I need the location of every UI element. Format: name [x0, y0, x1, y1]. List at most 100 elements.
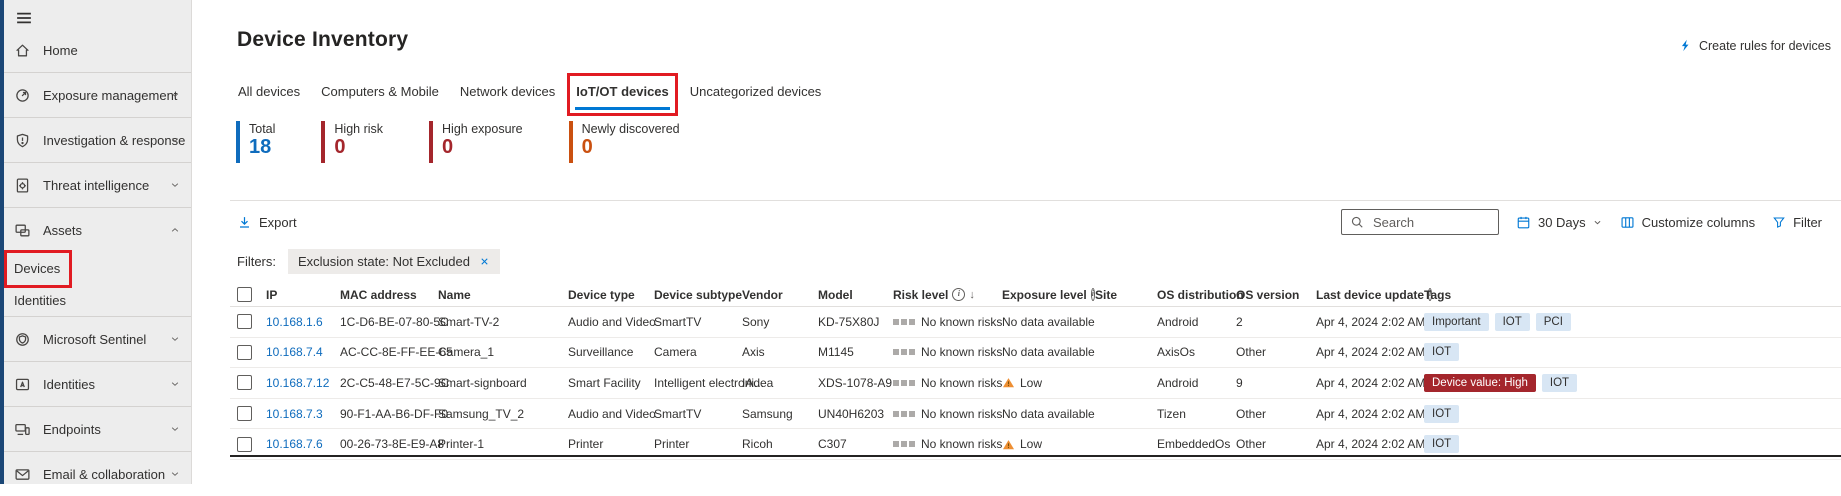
column-header-model[interactable]: Model: [818, 288, 893, 302]
column-header-name[interactable]: Name: [438, 288, 568, 302]
stat-label: High risk: [334, 122, 383, 136]
sidebar-item-exposure-management[interactable]: Exposure management: [4, 72, 191, 117]
cell-os-version: Other: [1236, 437, 1266, 451]
column-header-exposure-level[interactable]: Exposure leveli: [1002, 288, 1095, 302]
search-input[interactable]: [1371, 214, 1490, 231]
stat-value: 0: [582, 136, 680, 158]
assets-icon: [14, 222, 31, 239]
row-checkbox[interactable]: [237, 375, 252, 390]
page-title: Device Inventory: [237, 28, 408, 52]
exposure-level-value: Low: [1002, 376, 1095, 390]
cell-device-type: Printer: [568, 437, 603, 451]
sidebar-item-assets[interactable]: Assets: [4, 207, 191, 252]
search-box[interactable]: [1341, 209, 1499, 235]
sidebar-item-investigation-response[interactable]: Investigation & response: [4, 117, 191, 162]
risk-severity-icon: [893, 349, 915, 355]
download-icon: [237, 215, 252, 230]
tab-all-devices[interactable]: All devices: [237, 82, 301, 101]
stat-newly-discovered: Newly discovered0: [569, 121, 680, 163]
column-header-vendor[interactable]: Vendor: [742, 288, 818, 302]
sidebar-subitem-identities[interactable]: Identities: [4, 284, 191, 316]
select-all-checkbox[interactable]: [237, 287, 252, 302]
column-header-device-type[interactable]: Device type: [568, 288, 654, 302]
cell-mac-address: 1C-D6-BE-07-80-5C: [340, 315, 449, 329]
risk-severity-icon: [893, 411, 915, 417]
warning-icon: [1002, 438, 1015, 451]
chevron-up-icon: [169, 224, 181, 236]
tab-uncategorized-devices[interactable]: Uncategorized devices: [689, 82, 823, 101]
exposure-level-value: Low: [1002, 437, 1095, 451]
column-header-mac-address[interactable]: MAC address: [340, 288, 438, 302]
device-ip-link[interactable]: 10.168.7.6: [266, 437, 323, 451]
column-header-ip[interactable]: IP: [266, 288, 340, 302]
cell-model: UN40H6203: [818, 407, 884, 421]
row-checkbox[interactable]: [237, 314, 252, 329]
column-header-tags[interactable]: Tags: [1424, 288, 1841, 302]
filter-icon: [1772, 215, 1786, 229]
column-header-device-subtype[interactable]: Device subtype: [654, 288, 742, 302]
column-header-os-version[interactable]: OS version: [1236, 288, 1316, 302]
chevron-down-icon: [1592, 217, 1603, 228]
risk-level-value: No known risks: [893, 315, 1002, 329]
tag-chip: Device value: High: [1424, 374, 1536, 392]
table-row[interactable]: 10.168.7.390-F1-AA-B6-DF-F0Samsung_TV_2A…: [230, 399, 1841, 430]
export-button[interactable]: Export: [237, 215, 297, 230]
table-row[interactable]: 10.168.1.61C-D6-BE-07-80-5CSmart-TV-2Aud…: [230, 307, 1841, 338]
tag-chip: IOT: [1542, 374, 1577, 392]
customize-columns-button[interactable]: Customize columns: [1620, 215, 1755, 230]
row-checkbox[interactable]: [237, 406, 252, 421]
device-ip-link[interactable]: 10.168.7.3: [266, 407, 323, 421]
create-rules-button[interactable]: Create rules for devices: [1678, 38, 1831, 53]
device-ip-link[interactable]: 10.168.7.12: [266, 376, 329, 390]
info-icon[interactable]: i: [952, 288, 965, 301]
table-row[interactable]: 10.168.7.122C-C5-48-E7-5C-9CSmart-signbo…: [230, 368, 1841, 399]
close-icon[interactable]: [479, 256, 490, 267]
hamburger-icon[interactable]: [14, 8, 34, 28]
sidebar-item-label: Exposure management: [43, 88, 177, 103]
cell-device-subtype: SmartTV: [654, 407, 701, 421]
chevron-down-icon: [169, 89, 181, 101]
sidebar-item-label: Threat intelligence: [43, 178, 149, 193]
device-ip-link[interactable]: 10.168.1.6: [266, 315, 323, 329]
date-range-dropdown[interactable]: 30 Days: [1516, 215, 1603, 230]
row-checkbox[interactable]: [237, 345, 252, 360]
column-header-risk-level[interactable]: Risk leveli↓: [893, 288, 1002, 302]
column-header-last-device-update[interactable]: Last device updatei: [1316, 288, 1424, 302]
sidebar-subitem-devices[interactable]: Devices: [4, 252, 191, 284]
tab-computers-mobile[interactable]: Computers & Mobile: [320, 82, 440, 101]
sidebar-item-home[interactable]: Home: [4, 28, 191, 72]
sidebar: Home Exposure management Investigation & r…: [0, 0, 192, 484]
column-header-site[interactable]: Site: [1095, 288, 1157, 302]
sidebar-item-email-collaboration[interactable]: Email & collaboration: [4, 451, 191, 496]
tag-chip: Important: [1424, 313, 1489, 331]
tag-chip: IOT: [1424, 435, 1459, 453]
sidebar-item-threat-intelligence[interactable]: Threat intelligence: [4, 162, 191, 207]
chevron-down-icon: [169, 378, 181, 390]
stat-high-exposure: High exposure0: [429, 121, 523, 163]
date-range-label: 30 Days: [1538, 215, 1586, 230]
sidebar-item-microsoft-sentinel[interactable]: Microsoft Sentinel: [4, 316, 191, 361]
cell-device-subtype: Camera: [654, 345, 697, 359]
device-ip-link[interactable]: 10.168.7.4: [266, 345, 323, 359]
cell-mac-address: 90-F1-AA-B6-DF-F0: [340, 407, 448, 421]
cell-vendor: Samsung: [742, 407, 793, 421]
stat-value: 18: [249, 136, 275, 158]
stat-label: High exposure: [442, 122, 523, 136]
cell-model: XDS-1078-A9: [818, 376, 892, 390]
cell-vendor: Sony: [742, 315, 769, 329]
cell-device-type: Audio and Video: [568, 407, 656, 421]
sidebar-item-endpoints[interactable]: Endpoints: [4, 406, 191, 451]
cell-model: M1145: [818, 345, 854, 359]
tab-iot-ot-devices[interactable]: IoT/OT devices: [575, 82, 669, 101]
sidebar-subitem-label: Devices: [14, 261, 60, 276]
row-checkbox[interactable]: [237, 437, 252, 452]
sentinel-icon: [14, 331, 31, 348]
table-row[interactable]: 10.168.7.4AC-CC-8E-FF-EE-65Camera_1Surve…: [230, 338, 1841, 369]
sidebar-item-identities[interactable]: Identities: [4, 361, 191, 406]
tab-network-devices[interactable]: Network devices: [459, 82, 556, 101]
filter-button[interactable]: Filter: [1772, 215, 1822, 230]
home-icon: [14, 42, 31, 59]
column-header-os-distribution[interactable]: OS distribution: [1157, 288, 1236, 302]
export-label: Export: [259, 215, 297, 230]
sidebar-item-label: Home: [43, 43, 78, 58]
